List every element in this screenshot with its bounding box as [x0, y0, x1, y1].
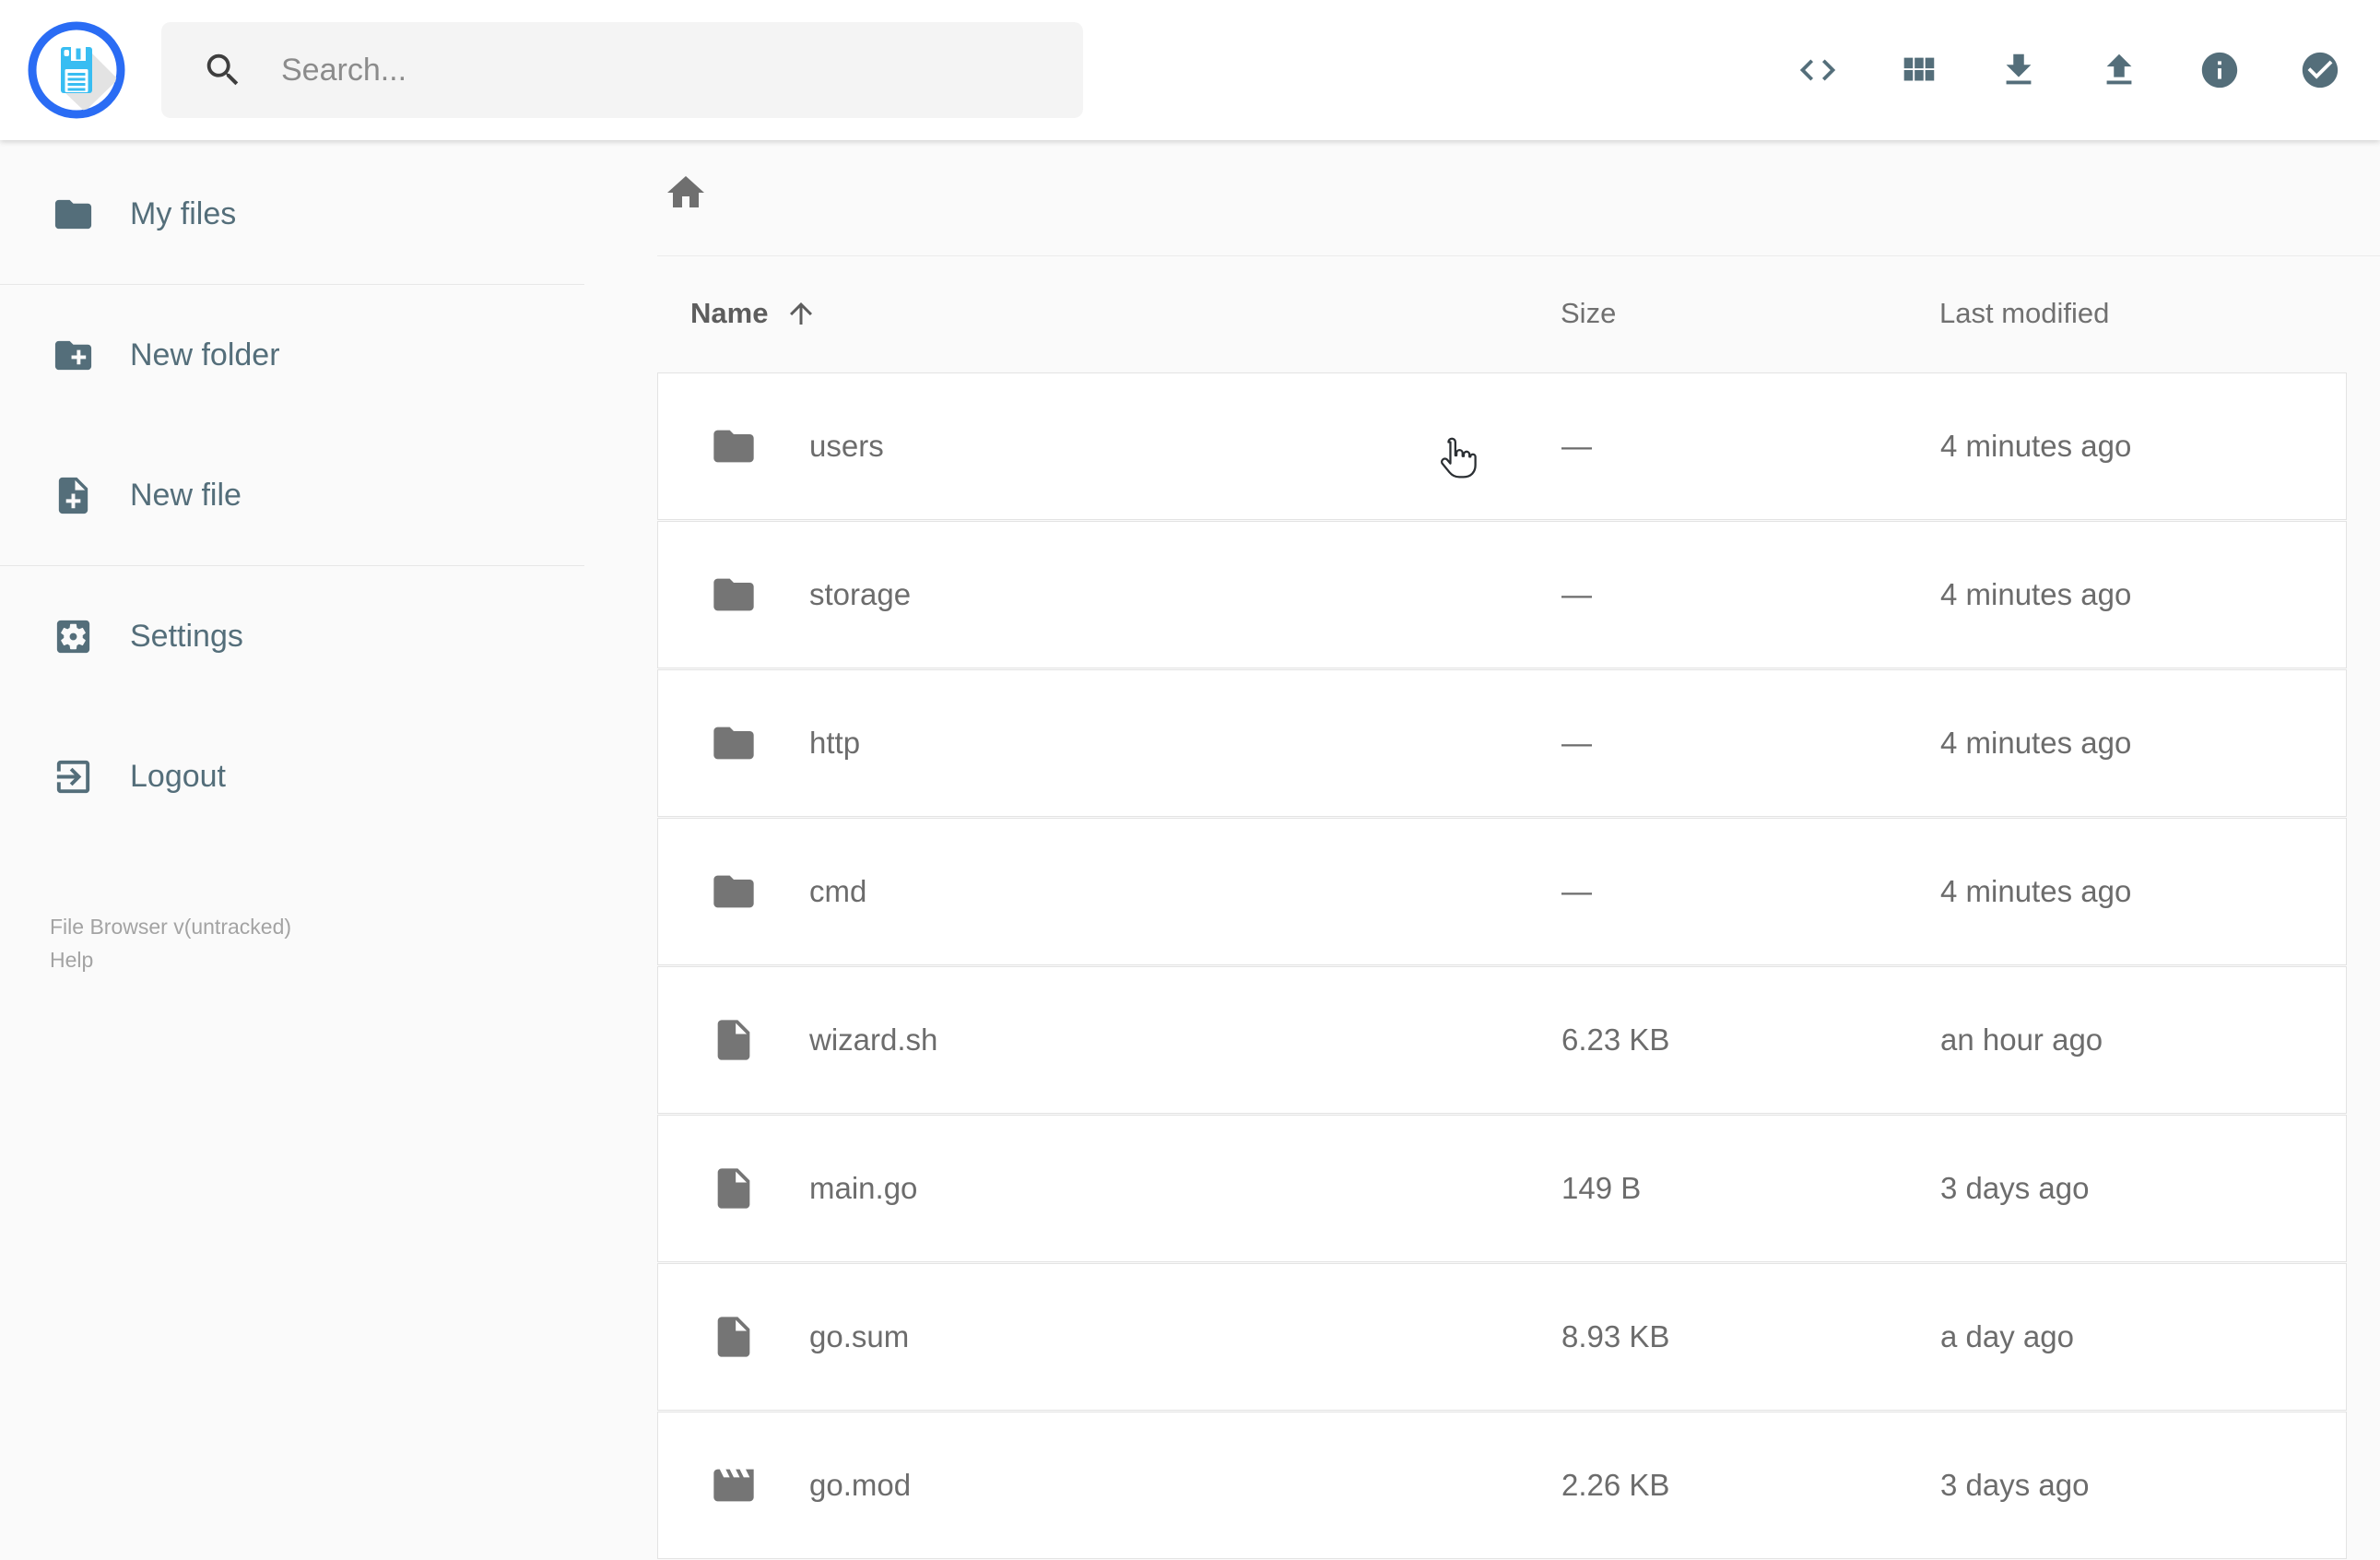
grid-view-icon: [1903, 57, 1935, 81]
info-icon: [2201, 52, 2238, 89]
file-list: users — 4 minutes ago storage — 4 minute…: [657, 372, 2347, 1560]
file-modified: 4 minutes ago: [1940, 874, 2132, 908]
help-link[interactable]: Help: [50, 943, 291, 976]
sidebar-item-label: Settings: [130, 618, 243, 654]
sidebar-item-my-files[interactable]: My files: [0, 144, 584, 284]
file-name: go.sum: [809, 1319, 910, 1353]
folder-icon: [713, 430, 754, 463]
file-name: users: [809, 429, 884, 463]
info-button[interactable]: [2198, 49, 2241, 91]
code-icon: [1799, 59, 1836, 81]
sidebar-item-logout[interactable]: Logout: [0, 706, 584, 846]
file-listing-area: Name Size Last modified users — 4 minute…: [584, 140, 2380, 1559]
header-toolbar: [1797, 0, 2341, 140]
file-row[interactable]: http — 4 minutes ago: [657, 669, 2347, 817]
file-name: wizard.sh: [809, 1022, 938, 1057]
exit-to-app-icon: [56, 760, 90, 793]
column-header-name[interactable]: Name: [690, 297, 818, 330]
sidebar-item-label: Logout: [130, 758, 226, 794]
sidebar-item-label: My files: [130, 195, 237, 231]
search-icon: [206, 53, 239, 86]
shell-button[interactable]: [1797, 49, 1839, 91]
sidebar-item-settings[interactable]: Settings: [0, 566, 584, 706]
file-modified: 4 minutes ago: [1940, 429, 2132, 463]
sidebar-item-new-file[interactable]: New file: [0, 425, 584, 565]
folder-icon: [713, 578, 754, 611]
listing-header: Name Size Last modified: [657, 284, 2347, 343]
file-size: —: [1561, 874, 1592, 908]
upload-button[interactable]: [2098, 49, 2140, 91]
file-size: 149 B: [1561, 1171, 1642, 1205]
sidebar-item-label: New file: [130, 477, 242, 513]
file-row[interactable]: users — 4 minutes ago: [657, 372, 2347, 520]
file-row[interactable]: main.go 149 B 3 days ago: [657, 1115, 2347, 1262]
file-modified: 4 minutes ago: [1940, 726, 2132, 760]
file-size: 8.93 KB: [1561, 1319, 1670, 1353]
movie-icon: [713, 1469, 754, 1502]
file-modified: 3 days ago: [1940, 1468, 2090, 1502]
file-size: —: [1561, 429, 1592, 463]
sidebar: My files New folder New file Settings Lo…: [0, 140, 584, 1530]
breadcrumb-home-button[interactable]: [664, 171, 708, 215]
settings-icon: [56, 620, 90, 653]
sidebar-item-new-folder[interactable]: New folder: [0, 285, 584, 425]
upload-icon: [2106, 53, 2132, 85]
file-modified: a day ago: [1940, 1319, 2074, 1353]
folder-icon: [54, 199, 92, 229]
top-bar: [0, 0, 2380, 140]
file-name: main.go: [809, 1171, 918, 1205]
note-add-icon: [58, 477, 88, 514]
file-row[interactable]: wizard.sh 6.23 KB an hour ago: [657, 966, 2347, 1114]
file-icon: [717, 1317, 750, 1357]
file-modified: 3 days ago: [1940, 1171, 2090, 1205]
file-size: 2.26 KB: [1561, 1468, 1670, 1502]
file-row[interactable]: cmd — 4 minutes ago: [657, 818, 2347, 965]
file-modified: an hour ago: [1940, 1022, 2103, 1057]
select-multiple-button[interactable]: [2299, 49, 2341, 91]
file-size: —: [1561, 577, 1592, 611]
file-size: 6.23 KB: [1561, 1022, 1670, 1057]
sidebar-footer: File Browser v(untracked) Help: [50, 910, 291, 976]
file-modified: 4 minutes ago: [1940, 577, 2132, 611]
file-name: go.mod: [809, 1468, 912, 1502]
create-new-folder-icon: [54, 340, 92, 370]
search-input[interactable]: [279, 51, 1035, 89]
download-button[interactable]: [1997, 49, 2040, 91]
home-icon: [667, 176, 704, 207]
switch-view-button[interactable]: [1897, 49, 1939, 91]
file-name: http: [809, 726, 861, 760]
filebrowser-logo: [28, 21, 125, 119]
file-name: storage: [809, 577, 912, 611]
column-header-modified[interactable]: Last modified: [1939, 297, 2109, 330]
search-bar[interactable]: [161, 22, 1083, 118]
file-size: —: [1561, 726, 1592, 760]
file-icon: [717, 1020, 750, 1060]
breadcrumb-divider: [657, 255, 2380, 256]
check-circle-icon: [2302, 52, 2339, 89]
file-icon: [717, 1168, 750, 1209]
download-icon: [2006, 53, 2032, 85]
column-header-size[interactable]: Size: [1561, 297, 1616, 330]
file-row[interactable]: go.sum 8.93 KB a day ago: [657, 1263, 2347, 1411]
file-row[interactable]: go.mod 2.26 KB 3 days ago: [657, 1412, 2347, 1559]
folder-icon: [713, 727, 754, 760]
folder-icon: [713, 875, 754, 908]
version-link[interactable]: File Browser v(untracked): [50, 910, 291, 943]
file-row[interactable]: storage — 4 minutes ago: [657, 521, 2347, 668]
sidebar-item-label: New folder: [130, 337, 280, 372]
arrow-upward-icon: [790, 302, 813, 325]
file-name: cmd: [809, 874, 867, 908]
